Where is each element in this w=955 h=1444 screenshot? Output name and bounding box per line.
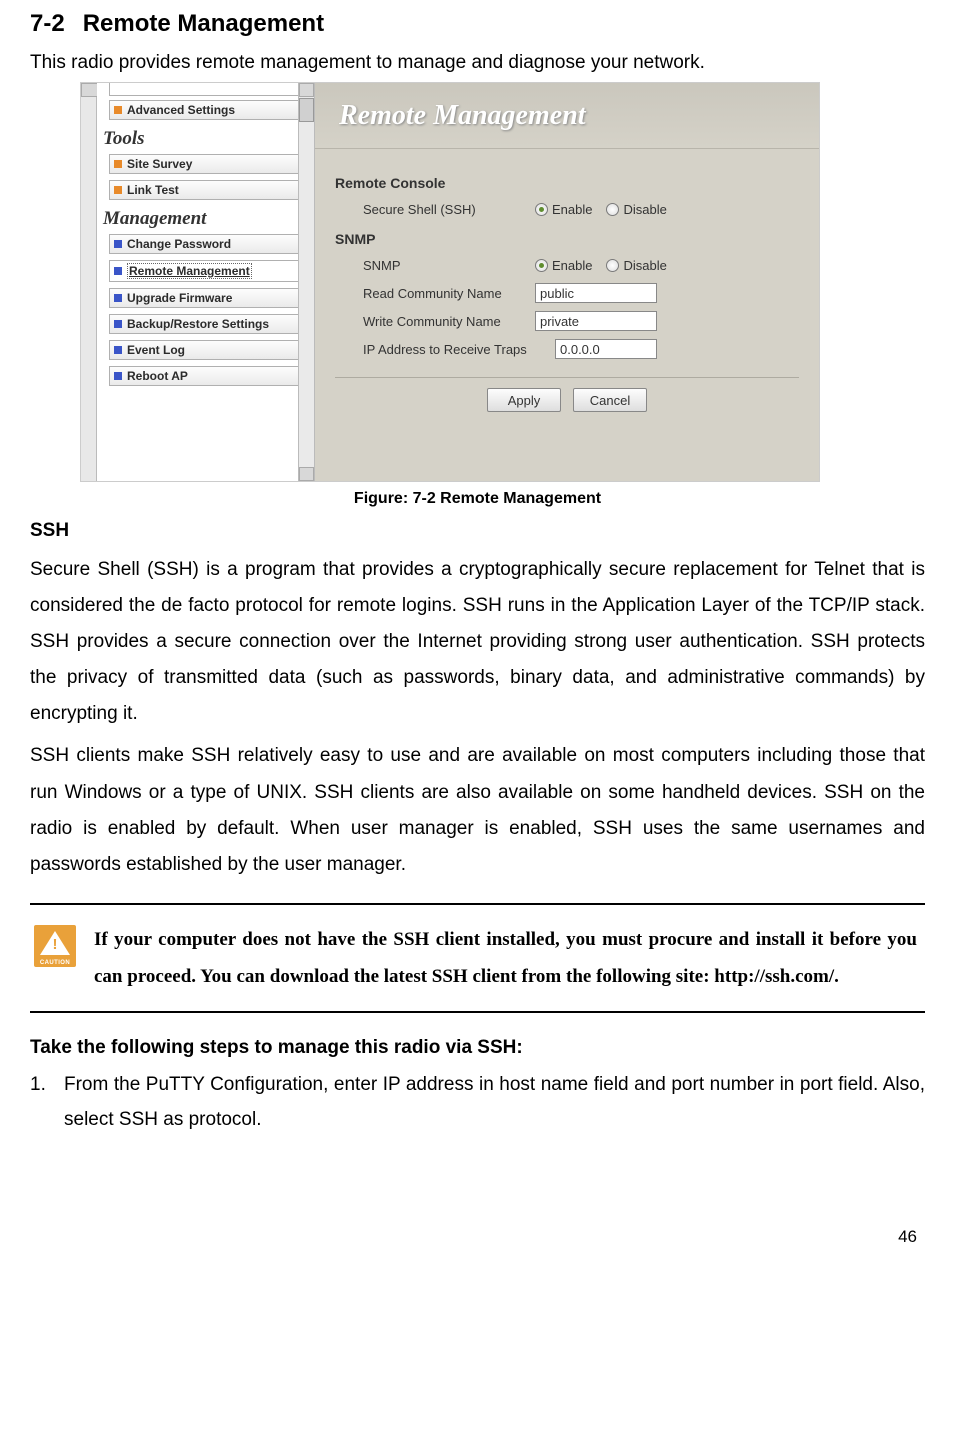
divider <box>335 377 799 378</box>
sidebar-item-label: Reboot AP <box>127 369 188 383</box>
button-row: Apply Cancel <box>335 388 799 412</box>
radio-label: Disable <box>623 258 666 273</box>
section-title: Remote Management <box>83 10 324 38</box>
sidebar-item-link-test[interactable]: Link Test <box>109 180 302 200</box>
apply-button[interactable]: Apply <box>487 388 561 412</box>
row-snmp: SNMP Enable Disable <box>335 251 799 279</box>
ssh-label: Secure Shell (SSH) <box>363 202 535 217</box>
screenshot-container: Advanced Settings Tools Site Survey Link… <box>80 82 925 482</box>
steps-list: 1. From the PuTTY Configuration, enter I… <box>30 1067 925 1137</box>
group-snmp: SNMP <box>335 231 799 247</box>
bullet-icon <box>114 240 122 248</box>
page-number: 46 <box>30 1227 925 1247</box>
snmp-disable-radio[interactable]: Disable <box>606 258 666 273</box>
sidebar-group-management: Management <box>103 208 308 230</box>
bullet-icon <box>114 372 122 380</box>
bullet-icon <box>114 320 122 328</box>
ssh-paragraph-2: SSH clients make SSH relatively easy to … <box>30 738 925 882</box>
sidebar-item-change-password[interactable]: Change Password <box>109 234 302 254</box>
radio-icon <box>535 203 548 216</box>
sidebar-item-remote-management[interactable]: Remote Management <box>109 260 302 282</box>
row-read-community: Read Community Name <box>335 279 799 307</box>
read-community-label: Read Community Name <box>363 286 535 301</box>
step-text: From the PuTTY Configuration, enter IP a… <box>64 1067 925 1137</box>
ssh-paragraph-1: Secure Shell (SSH) is a program that pro… <box>30 552 925 732</box>
scroll-up-icon[interactable] <box>299 83 314 97</box>
sidebar-item-label: Remote Management <box>127 263 252 279</box>
trap-ip-label: IP Address to Receive Traps <box>363 342 555 357</box>
radio-icon <box>606 259 619 272</box>
trap-ip-input[interactable] <box>555 339 657 359</box>
snmp-label: SNMP <box>363 258 535 273</box>
write-community-input[interactable] <box>535 311 657 331</box>
ssh-heading: SSH <box>30 520 925 542</box>
sidebar-item-label: Site Survey <box>127 157 192 171</box>
sidebar-item-site-survey[interactable]: Site Survey <box>109 154 302 174</box>
sidebar-item-advanced-settings[interactable]: Advanced Settings <box>109 100 302 120</box>
row-write-community: Write Community Name <box>335 307 799 335</box>
caution-block: CAUTION If your computer does not have t… <box>30 903 925 1013</box>
sidebar-item-label: Event Log <box>127 343 185 357</box>
bullet-icon <box>114 186 122 194</box>
sidebar: Advanced Settings Tools Site Survey Link… <box>97 83 315 481</box>
content-title: Remote Management <box>315 83 819 149</box>
sidebar-item-cutoff[interactable] <box>109 83 302 96</box>
radio-label: Disable <box>623 202 666 217</box>
bullet-icon <box>114 346 122 354</box>
radio-icon <box>606 203 619 216</box>
row-trap-ip: IP Address to Receive Traps <box>335 335 799 363</box>
radio-label: Enable <box>552 202 592 217</box>
scroll-thumb[interactable] <box>299 98 314 122</box>
bullet-icon <box>114 267 122 275</box>
section-number: 7-2 <box>30 10 65 38</box>
sidebar-scrollbar[interactable] <box>298 83 314 481</box>
scroll-down-icon[interactable] <box>299 467 314 481</box>
radio-label: Enable <box>552 258 592 273</box>
radio-icon <box>535 259 548 272</box>
step-number: 1. <box>30 1067 64 1137</box>
bullet-icon <box>114 294 122 302</box>
content-pane: Remote Management Remote Console Secure … <box>315 83 819 481</box>
caution-label: CAUTION <box>40 960 70 966</box>
figure-caption: Figure: 7-2 Remote Management <box>30 490 925 508</box>
sidebar-item-label: Backup/Restore Settings <box>127 317 269 331</box>
sidebar-item-label: Change Password <box>127 237 231 251</box>
sidebar-item-label: Advanced Settings <box>127 103 235 117</box>
cancel-button[interactable]: Cancel <box>573 388 647 412</box>
content-body: Remote Console Secure Shell (SSH) Enable… <box>315 149 819 426</box>
left-scrollbar[interactable] <box>81 83 97 481</box>
sidebar-item-backup-restore[interactable]: Backup/Restore Settings <box>109 314 302 334</box>
sidebar-item-event-log[interactable]: Event Log <box>109 340 302 360</box>
step-1: 1. From the PuTTY Configuration, enter I… <box>30 1067 925 1137</box>
caution-text: If your computer does not have the SSH c… <box>94 921 917 995</box>
ssh-disable-radio[interactable]: Disable <box>606 202 666 217</box>
sidebar-item-upgrade-firmware[interactable]: Upgrade Firmware <box>109 288 302 308</box>
steps-heading: Take the following steps to manage this … <box>30 1037 925 1059</box>
caution-icon: CAUTION <box>34 925 76 967</box>
ssh-enable-radio[interactable]: Enable <box>535 202 592 217</box>
read-community-input[interactable] <box>535 283 657 303</box>
write-community-label: Write Community Name <box>363 314 535 329</box>
group-remote-console: Remote Console <box>335 175 799 191</box>
sidebar-item-reboot-ap[interactable]: Reboot AP <box>109 366 302 386</box>
snmp-enable-radio[interactable]: Enable <box>535 258 592 273</box>
sidebar-item-label: Upgrade Firmware <box>127 291 232 305</box>
sidebar-item-label: Link Test <box>127 183 179 197</box>
screenshot: Advanced Settings Tools Site Survey Link… <box>80 82 820 482</box>
intro-text: This radio provides remote management to… <box>30 52 925 74</box>
row-ssh: Secure Shell (SSH) Enable Disable <box>335 195 799 223</box>
bullet-icon <box>114 160 122 168</box>
bullet-icon <box>114 106 122 114</box>
section-heading: 7-2 Remote Management <box>30 10 925 38</box>
sidebar-group-tools: Tools <box>103 128 308 150</box>
